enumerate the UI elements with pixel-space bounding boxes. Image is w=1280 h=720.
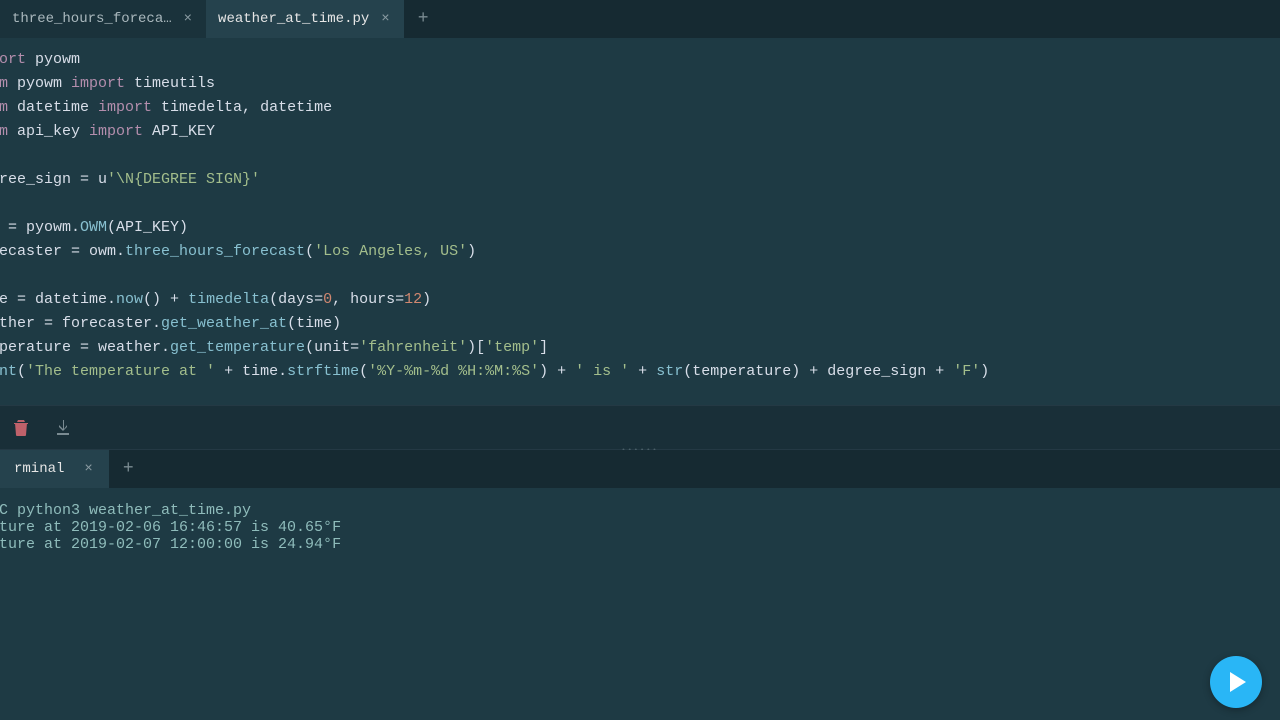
- code-token: 'fahrenheit': [359, 339, 467, 356]
- code-token: () +: [143, 291, 188, 308]
- code-token: datetime: [8, 99, 98, 116]
- close-icon[interactable]: ×: [379, 11, 391, 27]
- code-token: pyowm: [8, 75, 71, 92]
- code-token: om: [0, 123, 8, 140]
- code-token: 12: [404, 291, 422, 308]
- terminal-toolbar: [0, 405, 1280, 450]
- code-token: now: [116, 291, 143, 308]
- run-button[interactable]: [1210, 656, 1262, 708]
- code-token: api_key: [8, 123, 89, 140]
- terminal-tab-bar: rminal × +: [0, 450, 1280, 488]
- code-token: ): [422, 291, 431, 308]
- code-token: mperature = weather.: [0, 339, 170, 356]
- code-token: ather = forecaster.: [0, 315, 161, 332]
- code-token: get_weather_at: [161, 315, 287, 332]
- code-token: recaster = owm.: [0, 243, 125, 260]
- add-terminal-button[interactable]: +: [109, 450, 148, 488]
- code-token: import: [98, 99, 152, 116]
- code-token: pyowm: [26, 51, 80, 68]
- code-token: '%Y-%m-%d %H:%M:%S': [368, 363, 539, 380]
- code-token: (API_KEY): [107, 219, 188, 236]
- code-token: ) +: [539, 363, 575, 380]
- code-token: import: [89, 123, 143, 140]
- code-token: , hours=: [332, 291, 404, 308]
- code-token: (unit=: [305, 339, 359, 356]
- editor-pane: three_hours_foreca… × weather_at_time.py…: [0, 0, 1280, 405]
- code-token: ): [467, 243, 476, 260]
- code-token: ): [980, 363, 989, 380]
- code-token: 'Los Angeles, US': [314, 243, 467, 260]
- code-token: 'temp': [485, 339, 539, 356]
- code-token: om: [0, 99, 8, 116]
- code-token: m = pyowm.: [0, 219, 80, 236]
- code-token: (temperature) + degree_sign +: [683, 363, 953, 380]
- terminal-tab[interactable]: rminal ×: [0, 450, 109, 488]
- close-icon[interactable]: ×: [182, 11, 194, 27]
- add-tab-button[interactable]: +: [404, 0, 443, 38]
- code-token: strftime: [287, 363, 359, 380]
- code-token: str: [656, 363, 683, 380]
- code-token: three_hours_forecast: [125, 243, 305, 260]
- terminal-prompt-line: ox $: [0, 553, 1280, 570]
- code-token: gree_sign = u: [0, 171, 107, 188]
- trash-icon[interactable]: [14, 420, 28, 436]
- code-token: ' is ': [575, 363, 629, 380]
- code-token: timedelta, datetime: [152, 99, 332, 116]
- code-token: port: [0, 51, 26, 68]
- code-token: timedelta: [188, 291, 269, 308]
- code-token: om: [0, 75, 8, 92]
- terminal-pane: rminal × + ox $ ^C python3 weather_at_ti…: [0, 450, 1280, 720]
- code-editor[interactable]: port pyowm om pyowm import timeutils om …: [0, 38, 1280, 405]
- code-token: 'The temperature at ': [26, 363, 215, 380]
- code-token: 0: [323, 291, 332, 308]
- code-token: import: [71, 75, 125, 92]
- code-token: +: [629, 363, 656, 380]
- terminal-line: emperature at 2019-02-07 12:00:00 is 24.…: [0, 536, 1280, 553]
- terminal-line: ox $ ^C python3 weather_at_time.py: [0, 502, 1280, 519]
- code-token: )[: [467, 339, 485, 356]
- code-token: (time): [287, 315, 341, 332]
- terminal-output[interactable]: ox $ ^C python3 weather_at_time.py emper…: [0, 488, 1280, 720]
- code-token: (: [359, 363, 368, 380]
- code-token: (days=: [269, 291, 323, 308]
- editor-tab-bar: three_hours_foreca… × weather_at_time.py…: [0, 0, 1280, 38]
- tab-weather-at-time[interactable]: weather_at_time.py ×: [206, 0, 404, 38]
- code-token: get_temperature: [170, 339, 305, 356]
- code-token: int: [0, 363, 17, 380]
- tab-label: three_hours_foreca…: [12, 11, 172, 27]
- tab-three-hours-forecast[interactable]: three_hours_foreca… ×: [0, 0, 206, 38]
- code-token: '\N{DEGREE SIGN}': [107, 171, 260, 188]
- code-token: OWM: [80, 219, 107, 236]
- code-token: (: [305, 243, 314, 260]
- play-icon: [1228, 671, 1248, 693]
- code-token: API_KEY: [143, 123, 215, 140]
- code-token: + time.: [215, 363, 287, 380]
- download-icon[interactable]: [56, 420, 70, 436]
- code-token: timeutils: [125, 75, 215, 92]
- tab-label: weather_at_time.py: [218, 11, 369, 27]
- code-token: 'F': [953, 363, 980, 380]
- code-token: me = datetime.: [0, 291, 116, 308]
- code-token: (: [17, 363, 26, 380]
- close-icon[interactable]: ×: [82, 461, 94, 477]
- code-token: ]: [539, 339, 548, 356]
- terminal-line: emperature at 2019-02-06 16:46:57 is 40.…: [0, 519, 1280, 536]
- terminal-tab-label: rminal: [14, 461, 64, 477]
